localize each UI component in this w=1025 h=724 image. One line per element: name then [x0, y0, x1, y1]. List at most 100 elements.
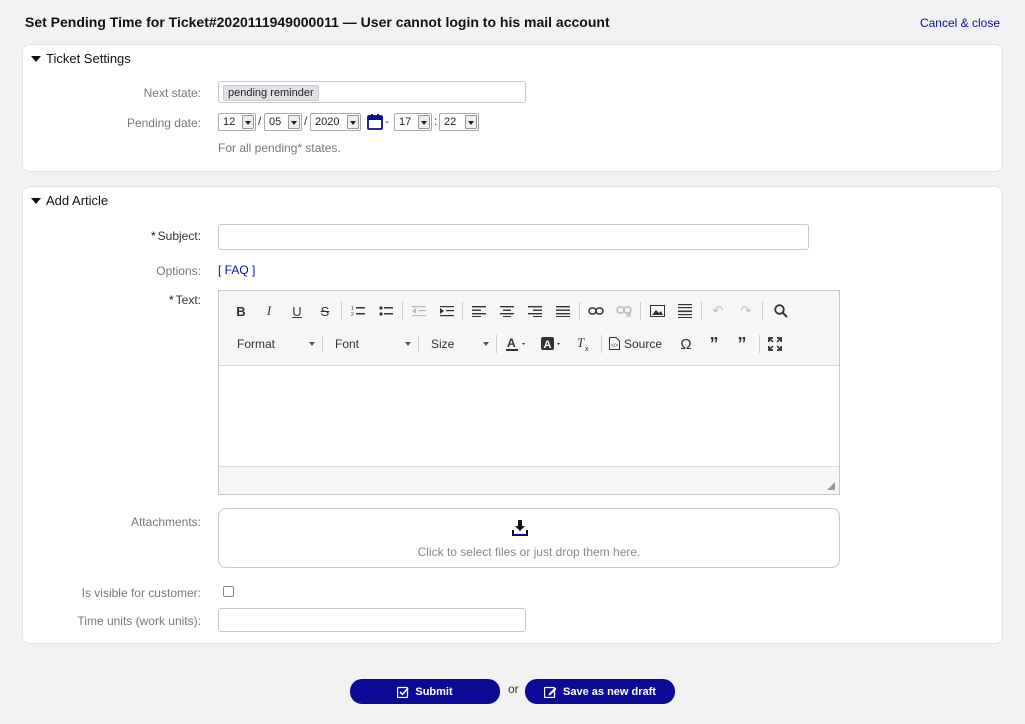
toolbar-divider [762, 302, 763, 320]
collapse-triangle-icon [31, 55, 41, 62]
svg-text:A: A [544, 339, 552, 351]
submit-button[interactable]: Submit [350, 679, 500, 704]
toolbar-divider [496, 335, 497, 353]
image-icon[interactable] [647, 301, 667, 321]
svg-text:T: T [577, 337, 585, 350]
year-value: 2020 [315, 116, 340, 128]
required-marker: * [150, 229, 156, 243]
pending-states-note: For all pending* states. [218, 141, 341, 155]
redo-icon[interactable]: ↷ [736, 301, 756, 321]
collapse-triangle-icon [31, 197, 41, 204]
font-dropdown[interactable]: Font [335, 334, 411, 354]
subject-label-text: Subject: [157, 229, 201, 243]
blockquote-icon[interactable]: ” [704, 334, 724, 354]
upload-icon [511, 519, 529, 540]
editor-toolbar: B I U S 12 ↶ ↷ Format Font Size A A T x … [219, 291, 839, 366]
text-color-icon[interactable]: A [505, 334, 531, 354]
time-units-input[interactable] [218, 608, 526, 632]
svg-text:x: x [585, 346, 589, 351]
maximize-icon[interactable] [765, 334, 785, 354]
remove-format-icon[interactable]: Tx [574, 334, 594, 354]
visible-for-customer-checkbox[interactable] [223, 586, 234, 597]
special-char-icon[interactable]: Ω [676, 334, 696, 354]
source-button[interactable]: </> Source [609, 334, 669, 354]
horizontal-rule-icon[interactable] [675, 301, 695, 321]
ticket-settings-title: Ticket Settings [46, 51, 131, 66]
pending-date-label: Pending date: [126, 116, 201, 130]
caret-down-icon [405, 342, 411, 346]
resize-handle-icon[interactable] [827, 482, 835, 490]
dropdown-arrow-icon [418, 115, 430, 129]
italic-icon[interactable]: I [259, 301, 279, 321]
dropdown-arrow-icon [347, 115, 359, 129]
save-draft-label: Save as new draft [563, 685, 656, 698]
toolbar-divider [462, 302, 463, 320]
text-label-text: Text: [175, 293, 201, 307]
dropzone-text: Click to select files or just drop them … [417, 545, 641, 559]
toolbar-divider [322, 335, 323, 353]
search-icon[interactable] [771, 301, 791, 321]
subject-input[interactable] [218, 224, 809, 250]
align-left-icon[interactable] [469, 301, 489, 321]
numbered-list-icon[interactable]: 12 [348, 301, 368, 321]
unlink-icon[interactable] [614, 301, 634, 321]
hour-select[interactable]: 17 [394, 113, 432, 131]
day-value: 05 [269, 116, 282, 128]
dropdown-arrow-icon [465, 115, 477, 129]
toolbar-divider [341, 302, 342, 320]
add-article-toggle[interactable]: Add Article [31, 193, 108, 208]
font-label: Font [335, 337, 360, 351]
align-right-icon[interactable] [525, 301, 545, 321]
outdent-icon[interactable] [409, 301, 429, 321]
month-select[interactable]: 12 [218, 113, 256, 131]
ticket-settings-toggle[interactable]: Ticket Settings [31, 51, 131, 66]
undo-icon[interactable]: ↶ [708, 301, 728, 321]
minute-value: 22 [444, 116, 457, 128]
next-state-select[interactable]: pending reminder [218, 81, 526, 103]
remove-blockquote-icon[interactable]: ” [732, 334, 752, 354]
required-marker: * [168, 293, 174, 307]
text-label: * Text: [23, 293, 201, 307]
minute-select[interactable]: 22 [439, 113, 479, 131]
justify-icon[interactable] [553, 301, 573, 321]
svg-text:A: A [507, 337, 516, 350]
editor-content-area[interactable] [219, 366, 839, 466]
save-draft-button[interactable]: Save as new draft [525, 679, 675, 704]
source-label: Source [624, 337, 663, 351]
checkbox-check-icon [397, 686, 409, 698]
date-separator: / [258, 114, 262, 128]
day-select[interactable]: 05 [264, 113, 302, 131]
cancel-close-link[interactable]: Cancel & close [920, 16, 1000, 30]
underline-icon[interactable]: U [287, 301, 307, 321]
source-document-icon: </> [609, 337, 620, 350]
toolbar-divider [418, 335, 419, 353]
strikethrough-icon[interactable]: S [315, 301, 335, 321]
svg-text:2: 2 [351, 312, 354, 317]
or-separator: or [508, 682, 519, 696]
align-center-icon[interactable] [497, 301, 517, 321]
background-color-icon[interactable]: A [540, 334, 566, 354]
toolbar-divider [640, 302, 641, 320]
toolbar-divider [579, 302, 580, 320]
next-state-value: pending reminder [223, 85, 319, 101]
time-units-label: Time units (work units): [77, 614, 201, 628]
attachment-dropzone[interactable]: Click to select files or just drop them … [218, 508, 840, 568]
subject-label: * Subject: [23, 229, 201, 243]
year-select[interactable]: 2020 [310, 113, 361, 131]
calendar-icon[interactable] [367, 113, 383, 133]
bullet-list-icon[interactable] [376, 301, 396, 321]
toolbar-divider [402, 302, 403, 320]
indent-icon[interactable] [437, 301, 457, 321]
ticket-settings-panel: Ticket Settings Next state: pending remi… [22, 44, 1003, 172]
date-separator: / [304, 114, 308, 128]
svg-text:</>: </> [611, 343, 618, 349]
size-dropdown[interactable]: Size [431, 334, 489, 354]
add-article-title: Add Article [46, 193, 109, 208]
bold-icon[interactable]: B [231, 301, 251, 321]
month-value: 12 [223, 116, 236, 128]
link-icon[interactable] [586, 301, 606, 321]
format-dropdown[interactable]: Format [237, 334, 315, 354]
dropdown-arrow-icon [242, 115, 254, 129]
faq-link[interactable]: [ FAQ ] [218, 263, 255, 277]
attachments-label: Attachments: [130, 515, 201, 529]
